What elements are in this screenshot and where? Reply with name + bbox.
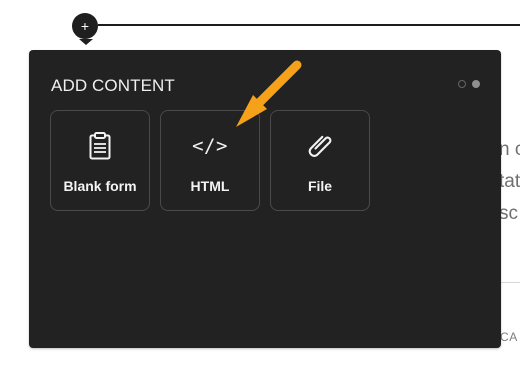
background-text-row-2: tat xyxy=(499,172,520,191)
background-divider xyxy=(500,282,520,283)
add-content-panel: ADD CONTENT Blank form </> HTML File xyxy=(29,50,501,348)
background-text-row-3: sc xyxy=(499,204,518,223)
background-caps-text: CA xyxy=(500,330,518,344)
pager-dot-1[interactable] xyxy=(458,80,466,88)
add-button-caret xyxy=(79,39,93,45)
file-label: File xyxy=(307,178,333,194)
add-content-screen: + n c tat sc CA ADD CONTENT Blank form <… xyxy=(0,0,520,378)
panel-pager xyxy=(458,80,480,88)
html-card[interactable]: </> HTML xyxy=(160,110,260,211)
file-card[interactable]: File xyxy=(270,110,370,211)
panel-title: ADD CONTENT xyxy=(51,76,175,95)
add-content-plus-button[interactable]: + xyxy=(72,13,98,39)
background-text-row-1: n c xyxy=(499,140,520,159)
blank-form-label: Blank form xyxy=(63,178,137,194)
code-icon-text: </> xyxy=(192,134,228,157)
blank-form-card[interactable]: Blank form xyxy=(50,110,150,211)
html-label: HTML xyxy=(190,178,230,194)
paperclip-icon xyxy=(303,129,337,163)
pager-dot-2-active[interactable] xyxy=(472,80,480,88)
clipboard-icon xyxy=(83,129,117,163)
code-icon: </> xyxy=(192,129,228,163)
timeline-line xyxy=(98,24,520,26)
